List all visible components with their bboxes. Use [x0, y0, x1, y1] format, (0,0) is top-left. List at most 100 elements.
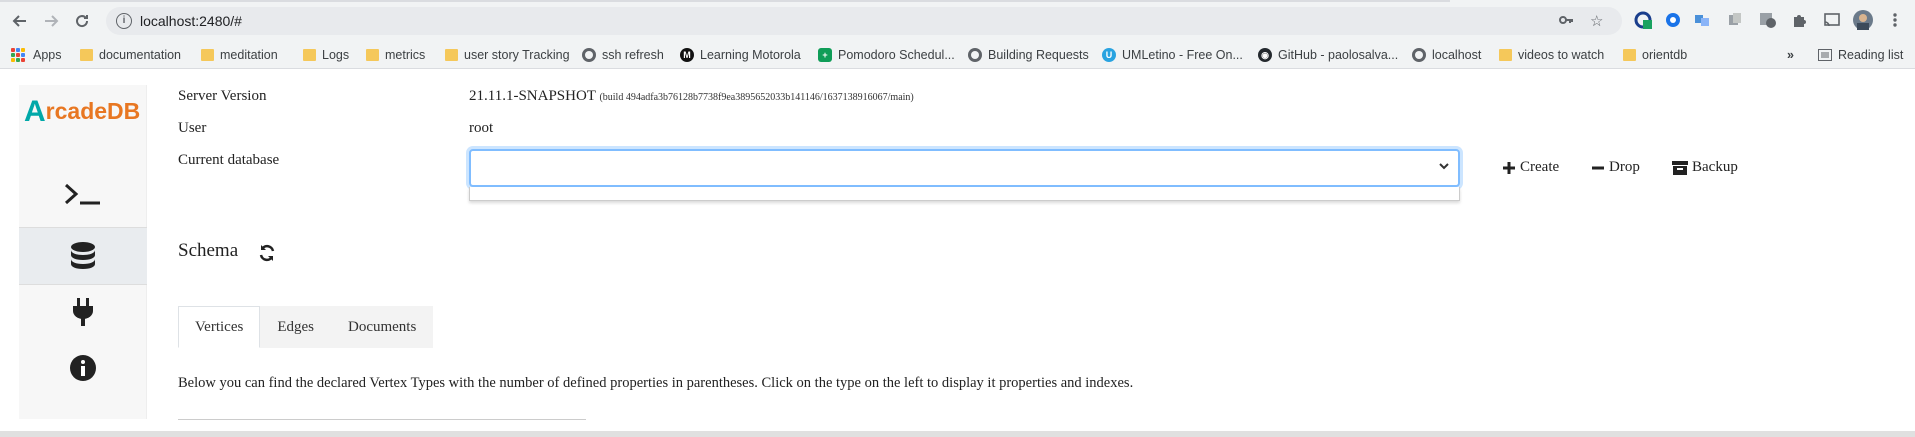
bookmark-label: videos to watch	[1518, 48, 1605, 62]
bookmark-pomodoro[interactable]: + Pomodoro Schedul...	[818, 46, 955, 64]
backup-label: Backup	[1692, 159, 1738, 175]
bookmark-star-icon[interactable]: ☆	[1590, 12, 1603, 30]
info-circle-icon	[70, 355, 96, 381]
plug-icon	[73, 298, 93, 326]
tab-vertices[interactable]: Vertices	[178, 306, 261, 348]
server-version-label: Server Version	[178, 88, 267, 104]
folder-icon	[1623, 49, 1636, 61]
kebab-menu-icon[interactable]	[1885, 10, 1905, 30]
bookmark-label: localhost	[1432, 48, 1482, 62]
address-bar[interactable]: i localhost:2480/# ☆	[106, 7, 1622, 35]
bookmark-orientdb[interactable]: orientdb	[1623, 46, 1687, 64]
avatar[interactable]	[1853, 10, 1873, 30]
bookmark-label: UMLetino - Free On...	[1122, 48, 1243, 62]
reading-list-icon	[1818, 49, 1832, 61]
bookmark-apps[interactable]: Apps	[11, 46, 62, 64]
tab-documents[interactable]: Documents	[330, 306, 434, 348]
database-icon	[71, 242, 95, 269]
bookmark-label: Apps	[33, 48, 62, 62]
folder-icon	[445, 49, 458, 61]
archive-icon	[1672, 160, 1688, 175]
bookmark-localhost[interactable]: localhost	[1412, 46, 1481, 64]
database-select[interactable]	[469, 149, 1460, 187]
drop-database-button[interactable]: Drop	[1591, 159, 1640, 176]
refresh-schema-button[interactable]	[257, 243, 277, 269]
tab-strip-edge	[0, 0, 1450, 2]
umletino-icon: U	[1102, 48, 1116, 62]
reading-list-label: Reading list	[1838, 48, 1904, 62]
schema-description: Below you can find the declared Vertex T…	[178, 375, 1134, 391]
cast-icon[interactable]	[1822, 10, 1842, 30]
create-label: Create	[1520, 159, 1560, 175]
sidebar-item-console[interactable]	[19, 165, 147, 223]
bookmark-label: Learning Motorola	[700, 48, 801, 62]
bookmark-label: documentation	[99, 48, 182, 62]
sidebar-item-server[interactable]	[19, 283, 147, 341]
arcadedb-logo: ArcadeDB	[24, 95, 140, 129]
bookmarks-bar: Apps documentation meditation Logs metri…	[0, 41, 1915, 69]
database-dropdown-list[interactable]	[469, 187, 1460, 201]
bookmark-umletino[interactable]: U UMLetino - Free On...	[1102, 46, 1243, 64]
app-sidebar: ArcadeDB	[19, 85, 147, 419]
chevron-down-icon	[1439, 163, 1449, 170]
sidebar-item-database[interactable]	[19, 227, 147, 285]
bookmark-label: ssh refresh	[602, 48, 664, 62]
schema-tabs: Vertices Edges Documents	[178, 306, 434, 348]
bookmark-meditation[interactable]: meditation	[201, 46, 278, 64]
logo-letter-a: A	[24, 95, 46, 128]
bookmark-label: Building Requests	[988, 48, 1089, 62]
folder-icon	[366, 49, 379, 61]
extension-icon[interactable]	[1663, 10, 1683, 30]
extension-icon[interactable]	[1633, 10, 1653, 30]
bookmark-label: Pomodoro Schedul...	[838, 48, 955, 62]
forward-arrow-icon[interactable]	[39, 9, 63, 33]
bookmark-learning-motorola[interactable]: M Learning Motorola	[680, 46, 801, 64]
user-label: User	[178, 120, 207, 136]
globe-icon	[582, 48, 596, 62]
bookmark-videos-to-watch[interactable]: videos to watch	[1499, 46, 1604, 64]
minus-icon	[1592, 166, 1604, 169]
bookmark-label: user story Tracking	[464, 48, 570, 62]
bookmark-github[interactable]: ◉ GitHub - paolosalva...	[1258, 46, 1398, 64]
bookmark-label: GitHub - paolosalva...	[1278, 48, 1399, 62]
folder-icon	[1499, 49, 1512, 61]
sheets-icon: +	[818, 48, 832, 62]
create-database-button[interactable]: Create	[1502, 159, 1559, 176]
github-icon: ◉	[1258, 48, 1272, 62]
motorola-icon: M	[680, 48, 694, 62]
key-icon[interactable]	[1558, 12, 1574, 32]
divider	[178, 419, 586, 420]
extension-icon[interactable]	[1692, 10, 1712, 30]
apps-grid-icon	[11, 48, 25, 62]
schema-title: Schema	[178, 240, 239, 261]
browser-toolbar: i localhost:2480/# ☆	[0, 0, 1915, 41]
refresh-icon	[259, 244, 275, 262]
back-arrow-icon[interactable]	[8, 9, 32, 33]
sidebar-item-info[interactable]	[19, 339, 147, 397]
tab-edges[interactable]: Edges	[260, 306, 331, 348]
bookmark-building-requests[interactable]: Building Requests	[968, 46, 1089, 64]
more-bookmarks-button[interactable]: »	[1787, 46, 1794, 64]
server-version-text: 21.11.1-SNAPSHOT	[469, 88, 596, 104]
bookmark-label: orientdb	[1642, 48, 1688, 62]
plus-icon	[1503, 161, 1515, 174]
folder-icon	[80, 49, 93, 61]
bookmark-documentation[interactable]: documentation	[80, 46, 181, 64]
bookmark-user-story-tracking[interactable]: user story Tracking	[445, 46, 570, 64]
bookmark-logs[interactable]: Logs	[303, 46, 349, 64]
puzzle-icon[interactable]	[1789, 10, 1809, 30]
extension-icon[interactable]	[1725, 10, 1745, 30]
server-version-value: 21.11.1-SNAPSHOT (build 494adfa3b76128b7…	[469, 88, 914, 105]
user-value: root	[469, 120, 494, 136]
folder-icon	[201, 49, 214, 61]
bookmark-metrics[interactable]: metrics	[366, 46, 425, 64]
site-info-icon[interactable]: i	[116, 13, 132, 29]
reading-list-button[interactable]: Reading list	[1818, 46, 1903, 64]
extension-icon[interactable]	[1758, 10, 1778, 30]
reload-icon[interactable]	[70, 9, 94, 33]
bookmark-ssh-refresh[interactable]: ssh refresh	[582, 46, 664, 64]
drop-label: Drop	[1609, 159, 1640, 175]
backup-database-button[interactable]: Backup	[1672, 159, 1738, 176]
bookmark-label: metrics	[385, 48, 426, 62]
folder-icon	[303, 49, 316, 61]
